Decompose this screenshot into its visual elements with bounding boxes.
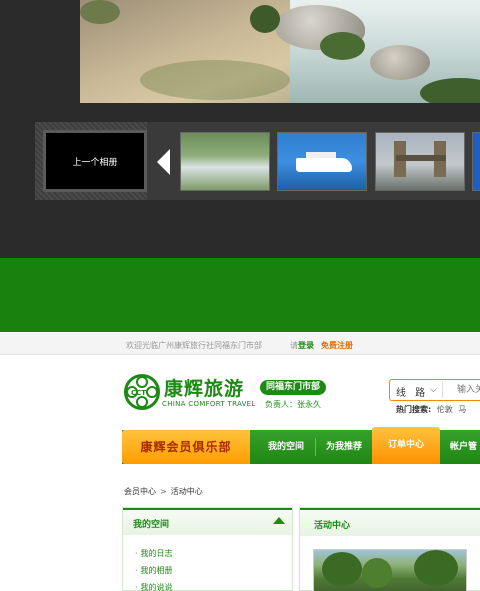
search-type-select[interactable]: 线 路 <box>396 384 428 399</box>
cct-logo-icon[interactable]: CCT <box>124 374 160 410</box>
hot-word-link[interactable]: 马 <box>458 405 466 414</box>
my-space-panel: 我的空间 我的日志 我的相册 我的说说 <box>122 507 293 591</box>
breadcrumb-member-center[interactable]: 会员中心 <box>124 487 156 496</box>
activity-title: 活动中心 <box>314 521 351 531</box>
brand-name-en: CHINA COMFORT TRAVEL <box>162 400 256 408</box>
activity-header: 活动中心 <box>300 508 480 536</box>
chevron-down-icon[interactable]: ⌵ <box>430 385 437 395</box>
main-nav: 康辉会员俱乐部 我的空间 为我推荐 订单中心 帐户管 <box>122 427 480 464</box>
breadcrumb-separator-icon: > <box>160 487 167 496</box>
login-link[interactable]: 登录 <box>298 340 314 351</box>
main-photo <box>80 0 480 103</box>
album-viewer: 上一个相册 <box>0 0 480 258</box>
please-text: 请 <box>290 341 298 350</box>
search-input[interactable] <box>442 382 480 398</box>
thumbnail-tower-bridge[interactable] <box>375 132 465 191</box>
hot-search: 热门搜索: 伦敦 马 <box>396 404 466 415</box>
nav-account[interactable]: 帐户管 <box>444 430 480 464</box>
side-link-my-diary[interactable]: 我的日志 <box>135 548 173 559</box>
activity-panel: 活动中心 <box>299 507 480 591</box>
thumbnail-cruise-ship[interactable] <box>277 132 367 191</box>
nav-recommend[interactable]: 为我推荐 <box>317 430 371 464</box>
breadcrumb: 会员中心 > 活动中心 <box>124 486 203 497</box>
branch-badge: 同福东门市部 <box>260 380 327 395</box>
side-link-my-posts[interactable]: 我的说说 <box>135 582 173 591</box>
manager-text: 负责人：张永久 <box>265 400 321 409</box>
logo-mark-text: CCT <box>131 389 147 397</box>
hot-search-label: 热门搜索: <box>396 405 432 414</box>
register-link[interactable]: 免费注册 <box>321 340 353 351</box>
breadcrumb-activity-center[interactable]: 活动中心 <box>171 487 203 496</box>
member-club-button[interactable]: 康辉会员俱乐部 <box>122 430 250 464</box>
scroll-left-arrow-icon[interactable] <box>157 149 170 175</box>
collapse-up-icon[interactable] <box>273 517 285 524</box>
hot-word-link[interactable]: 伦敦 <box>437 405 453 414</box>
thumbnail-strip: 上一个相册 <box>35 122 480 200</box>
thumbnail-partial[interactable] <box>472 132 480 191</box>
my-space-title: 我的空间 <box>133 520 170 530</box>
top-bar: 欢迎光临广州康辉旅行社同福东门市部 请 登录 免费注册 <box>0 333 480 355</box>
thumbnail-waterfall[interactable] <box>180 132 270 191</box>
side-link-my-album[interactable]: 我的相册 <box>135 565 173 576</box>
welcome-text: 欢迎光临广州康辉旅行社同福东门市部 <box>126 341 262 350</box>
green-banner <box>0 258 480 332</box>
nav-my-space[interactable]: 我的空间 <box>258 430 314 464</box>
activity-image[interactable] <box>313 549 467 591</box>
nav-order-center[interactable]: 订单中心 <box>372 427 440 464</box>
brand-name-cn: 康辉旅游 <box>164 378 245 400</box>
search-box: 线 路 ⌵ <box>389 379 480 401</box>
prev-album-button[interactable]: 上一个相册 <box>43 130 147 192</box>
my-space-header: 我的空间 <box>123 508 292 535</box>
